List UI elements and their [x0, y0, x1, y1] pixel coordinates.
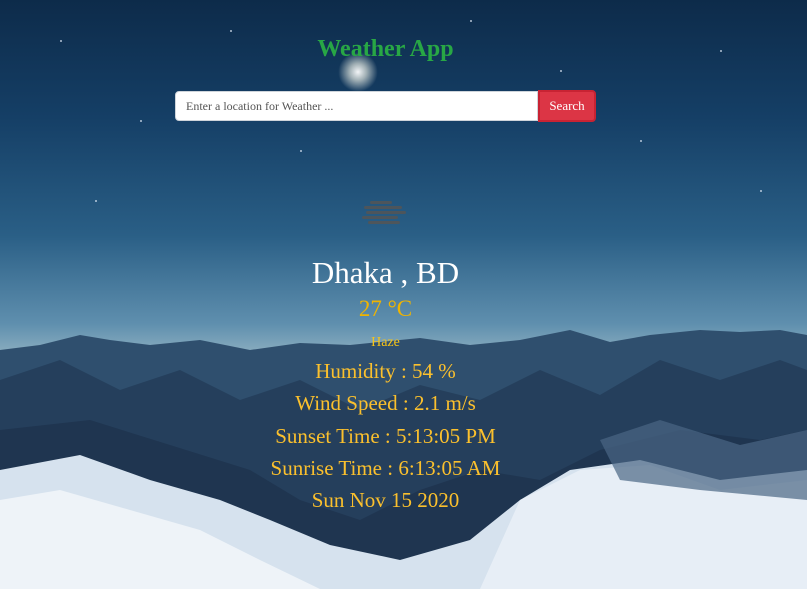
search-form: Search: [175, 90, 598, 123]
humidity-value: Humidity : 54 %: [315, 359, 456, 383]
weather-condition: Haze: [371, 335, 400, 350]
app-title: Weather App: [317, 36, 454, 62]
sunset-time: Sunset Time : 5:13:05 PM: [275, 424, 496, 448]
haze-icon: [362, 199, 408, 229]
wind-speed-value: Wind Speed : 2.1 m/s: [295, 391, 476, 415]
location-name: Dhaka , BD: [311, 255, 460, 290]
search-button[interactable]: Search: [538, 90, 596, 122]
sunrise-time: Sunrise Time : 6:13:05 AM: [270, 456, 501, 480]
location-search-input[interactable]: [175, 91, 538, 121]
temperature: 27 °C: [358, 296, 413, 321]
current-date: Sun Nov 15 2020: [311, 488, 460, 512]
